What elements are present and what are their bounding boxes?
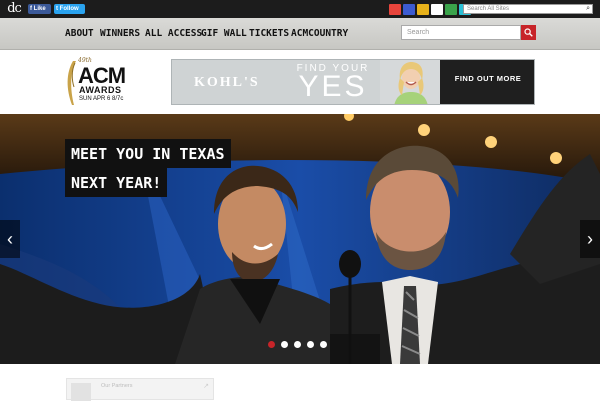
logo-airdate: SUN APR 6 8/7c (79, 96, 124, 102)
main-nav: ABOUT WINNERS ALL ACCESS GIF WALL TICKET… (0, 18, 600, 50)
nav-item-winners[interactable]: WINNERS (100, 28, 140, 39)
nav-item-gif-wall[interactable]: GIF WALL (201, 28, 247, 39)
slider-dot-5[interactable] (320, 341, 327, 348)
acm-awards-logo[interactable]: 49th ACM AWARDS SUN APR 6 8/7c (64, 57, 139, 109)
site-header: 49th ACM AWARDS SUN APR 6 8/7c KOHL'S FI… (0, 51, 600, 114)
nav-item-acmcountry[interactable]: ACMCOUNTRY (291, 28, 348, 39)
slider-next-button[interactable]: › (580, 220, 600, 258)
slider-prev-button[interactable]: ‹ (0, 220, 20, 258)
search-icon[interactable]: ⌕ (586, 5, 590, 13)
kohls-ad-banner[interactable]: KOHL'S FIND YOUR YES FIND OUT MORE (171, 59, 535, 105)
partners-widget[interactable]: Our Partners ↗ (66, 378, 214, 401)
search-icon (524, 28, 533, 37)
ad-cta-button[interactable]: FIND OUT MORE (440, 60, 534, 104)
nav-item-all-access[interactable]: ALL ACCESS (145, 28, 202, 39)
external-link-icon[interactable]: ↗ (203, 382, 209, 390)
hero-slider: MEET YOU IN TEXAS NEXT YEAR! ‹ › (0, 114, 600, 364)
search-button[interactable] (521, 25, 536, 40)
facebook-like-button[interactable]: f Like (28, 4, 51, 14)
site-logo-4-icon[interactable] (431, 4, 443, 15)
ad-model-photo (380, 60, 442, 104)
partner-thumbnail (71, 383, 91, 401)
all-sites-search-input[interactable]: Search All Sites ⌕ (463, 4, 593, 14)
network-site-icons (389, 4, 471, 15)
dc-logo[interactable]: dc (3, 1, 25, 17)
nav-item-tickets[interactable]: TICKETS (249, 28, 289, 39)
twitter-follow-button[interactable]: t Follow (54, 4, 85, 14)
ad-brand: KOHL'S (194, 75, 260, 90)
slider-dot-3[interactable] (294, 341, 301, 348)
slider-dot-4[interactable] (307, 341, 314, 348)
logo-awards: AWARDS (79, 85, 122, 95)
ad-headline-big: YES (298, 70, 368, 103)
site-logo-3-icon[interactable] (417, 4, 429, 15)
caption-line-2: NEXT YEAR! (65, 168, 168, 197)
partners-label: Our Partners (101, 383, 133, 389)
content-area: Our Partners ↗ (0, 364, 600, 401)
site-logo-1-icon[interactable] (389, 4, 401, 15)
slider-dot-1[interactable] (268, 341, 275, 348)
site-logo-2-icon[interactable] (403, 4, 415, 15)
slider-pagination (268, 341, 327, 348)
chevron-left-icon: ‹ (7, 228, 13, 249)
search-input[interactable]: Search (401, 25, 521, 40)
trophy-icon (67, 61, 76, 105)
nav-item-about[interactable]: ABOUT (65, 28, 94, 39)
chevron-right-icon: › (587, 228, 593, 249)
network-top-bar: dc f Like t Follow Search All Sites ⌕ (0, 0, 600, 18)
slider-dot-2[interactable] (281, 341, 288, 348)
site-logo-5-icon[interactable] (445, 4, 457, 15)
caption-line-1: MEET YOU IN TEXAS (65, 139, 231, 168)
